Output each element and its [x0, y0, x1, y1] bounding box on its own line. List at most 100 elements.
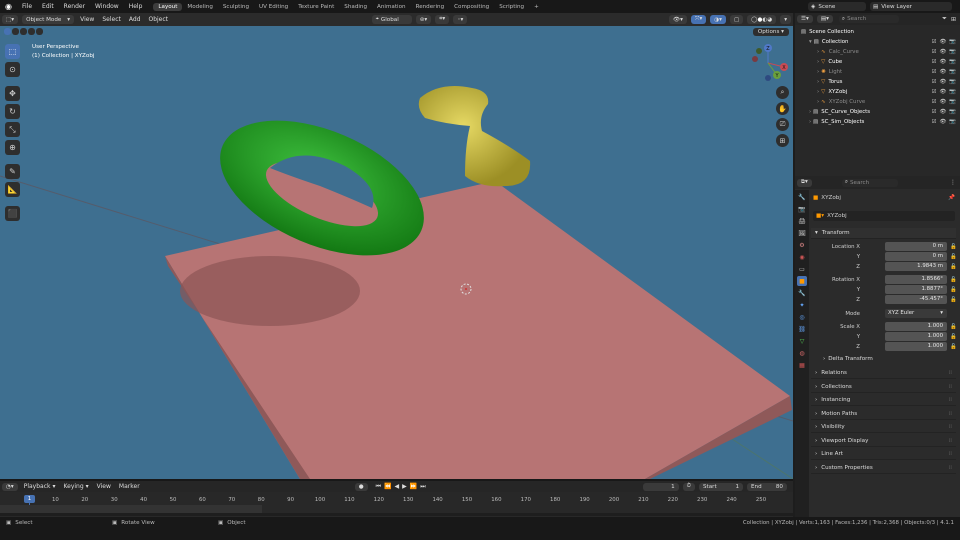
- workspace-tab-compositing[interactable]: Compositing: [449, 3, 494, 11]
- eye-icon[interactable]: 👁: [939, 89, 946, 95]
- eye-icon[interactable]: 👁: [939, 109, 946, 115]
- menu-window[interactable]: Window: [90, 3, 124, 10]
- drag-handle-icon[interactable]: ⁞⁞: [948, 411, 952, 417]
- chevron-right-icon[interactable]: ›: [817, 49, 819, 55]
- viewport-menu-add[interactable]: Add: [125, 16, 145, 23]
- chevron-down-icon[interactable]: ▾: [809, 39, 812, 45]
- chevron-right-icon[interactable]: ›: [809, 109, 811, 115]
- chevron-right-icon[interactable]: ›: [817, 79, 819, 85]
- rotation-y-field[interactable]: 1.8877°: [885, 285, 947, 294]
- scale-z-field[interactable]: 1.000: [885, 342, 947, 351]
- rendered-shading-icon[interactable]: ◕: [767, 17, 772, 23]
- drag-handle-icon[interactable]: ⁞⁞: [948, 465, 952, 471]
- drag-handle-icon[interactable]: ⁞⁞: [948, 424, 952, 430]
- render-tab-icon[interactable]: 📷: [797, 204, 807, 214]
- drag-handle-icon[interactable]: ⁞⁞: [948, 451, 952, 457]
- gizmo-neg-z[interactable]: [765, 75, 771, 81]
- eye-icon[interactable]: 👁: [939, 79, 946, 85]
- eye-icon[interactable]: 👁: [939, 59, 946, 65]
- workspace-tab-sculpting[interactable]: Sculpting: [218, 3, 254, 11]
- chevron-right-icon[interactable]: ›: [817, 99, 819, 105]
- location-x-field[interactable]: 0 m: [885, 242, 947, 251]
- visibility-button[interactable]: 👁▾: [669, 15, 687, 24]
- outliner-search[interactable]: ⌕ Search: [838, 15, 899, 23]
- workspace-tab-uv-editing[interactable]: UV Editing: [254, 3, 293, 11]
- lock-icon[interactable]: 🔓: [950, 344, 957, 350]
- cube-plane[interactable]: [165, 181, 790, 479]
- viewport-menu-view[interactable]: View: [76, 16, 98, 23]
- chevron-right-icon[interactable]: ›: [809, 119, 811, 125]
- camera-icon[interactable]: 📷: [949, 79, 956, 85]
- outliner-row-xyzobj[interactable]: › ▽ XYZobj ☑ 👁 📷: [795, 87, 960, 97]
- timeline-scrollbar[interactable]: [0, 513, 793, 516]
- panel-relations[interactable]: › Relations ⁞⁞: [811, 368, 956, 379]
- camera-icon[interactable]: 📷: [949, 59, 956, 65]
- lock-icon[interactable]: 🔓: [950, 324, 957, 330]
- camera-icon[interactable]: 📷: [949, 119, 956, 125]
- view-layer-selector[interactable]: ▤ View Layer: [870, 2, 952, 11]
- tool-tab-icon[interactable]: 🔧: [797, 192, 807, 202]
- scale-y-field[interactable]: 1.000: [885, 332, 947, 341]
- rotation-z-field[interactable]: -45.457°: [885, 295, 947, 304]
- outliner-row-cube[interactable]: › ▽ Cube ☑ 👁 📷: [795, 57, 960, 67]
- lock-icon[interactable]: 🔓: [950, 297, 957, 303]
- transform-orientation-dropdown[interactable]: ⌖ Global: [371, 15, 412, 24]
- gizmo-neg-y[interactable]: [756, 48, 762, 54]
- options-icon[interactable]: ⋮: [950, 179, 956, 186]
- editor-type-button[interactable]: ⬚▾: [2, 15, 19, 24]
- xyzobj-object[interactable]: [418, 85, 531, 187]
- workspace-tab-shading[interactable]: Shading: [339, 3, 372, 11]
- select-subtract-icon[interactable]: [20, 28, 27, 35]
- select-invert-icon[interactable]: [28, 28, 35, 35]
- world-tab-icon[interactable]: ◉: [797, 252, 807, 262]
- move-tool-icon[interactable]: ✥: [5, 86, 20, 101]
- options-button[interactable]: Options ▾: [752, 28, 789, 36]
- collection-tab-icon[interactable]: ▭: [797, 264, 807, 274]
- workspace-tab-modeling[interactable]: Modeling: [182, 3, 217, 11]
- camera-icon[interactable]: 📷: [949, 89, 956, 95]
- shading-options-button[interactable]: ▾: [780, 15, 792, 24]
- eye-icon[interactable]: 👁: [939, 99, 946, 105]
- xray-toggle-button[interactable]: ▢: [729, 15, 744, 24]
- pin-icon[interactable]: 📌: [948, 195, 955, 201]
- gizmo-neg-x[interactable]: [752, 56, 758, 62]
- annotate-tool-icon[interactable]: ✎: [5, 164, 20, 179]
- viewport-menu-object[interactable]: Object: [144, 16, 172, 23]
- lock-icon[interactable]: 🔓: [950, 244, 957, 250]
- outliner-row-light[interactable]: › ✺ Light ☑ 👁 📷: [795, 67, 960, 77]
- select-box-tool-icon[interactable]: ⬚: [5, 44, 20, 59]
- rotation-mode-dropdown[interactable]: XYZ Euler ▾: [885, 309, 947, 318]
- chevron-right-icon[interactable]: ›: [817, 59, 819, 65]
- measure-tool-icon[interactable]: 📐: [5, 182, 20, 197]
- eye-icon[interactable]: 👁: [939, 69, 946, 75]
- display-mode-button[interactable]: ▤▾: [816, 15, 833, 23]
- modifiers-tab-icon[interactable]: 🔧: [797, 288, 807, 298]
- gizmo-toggle-button[interactable]: ⤧▾: [690, 15, 707, 24]
- outliner-row-scene-collection[interactable]: ▤ Scene Collection: [795, 27, 960, 37]
- scale-tool-icon[interactable]: ⤡: [5, 122, 20, 137]
- checkbox-icon[interactable]: ☑: [932, 79, 937, 85]
- drag-handle-icon[interactable]: ⁞⁞: [948, 384, 952, 390]
- checkbox-icon[interactable]: ☑: [932, 39, 937, 45]
- navigation-gizmo[interactable]: Z X Y: [747, 42, 789, 84]
- particles-tab-icon[interactable]: ✦: [797, 300, 807, 310]
- zoom-icon[interactable]: ⌕: [776, 86, 789, 99]
- lock-icon[interactable]: 🔓: [950, 264, 957, 270]
- outliner-row-torus[interactable]: › ▽ Torus ☑ 👁 📷: [795, 77, 960, 87]
- checkbox-icon[interactable]: ☑: [932, 59, 937, 65]
- properties-search[interactable]: ⌕ Search: [841, 178, 898, 187]
- 3d-viewport[interactable]: User Perspective (1) Collection | XYZobj…: [0, 26, 793, 479]
- drag-handle-icon[interactable]: ⁞⁞: [948, 397, 952, 403]
- workspace-tab-texture-paint[interactable]: Texture Paint: [293, 3, 339, 11]
- outliner-row-sc-sim-objects[interactable]: › ▤ SC_Sim_Objects ☑ 👁 📷: [795, 117, 960, 127]
- outliner-row-calc-curve[interactable]: › ∿ Calc_Curve ☑ 👁 📷: [795, 47, 960, 57]
- panel-visibility[interactable]: › Visibility ⁞⁞: [811, 422, 956, 433]
- outliner-row-xyzobj-curve[interactable]: › ∿ XYZobj Curve ☑ 👁 📷: [795, 97, 960, 107]
- eye-icon[interactable]: 👁: [939, 49, 946, 55]
- rotate-tool-icon[interactable]: ↻: [5, 104, 20, 119]
- checkbox-icon[interactable]: ☑: [932, 119, 937, 125]
- perspective-toggle-icon[interactable]: ⊞: [776, 134, 789, 147]
- scale-x-field[interactable]: 1.000: [885, 322, 947, 331]
- camera-icon[interactable]: 📷: [949, 49, 956, 55]
- panel-motion-paths[interactable]: › Motion Paths ⁞⁞: [811, 409, 956, 420]
